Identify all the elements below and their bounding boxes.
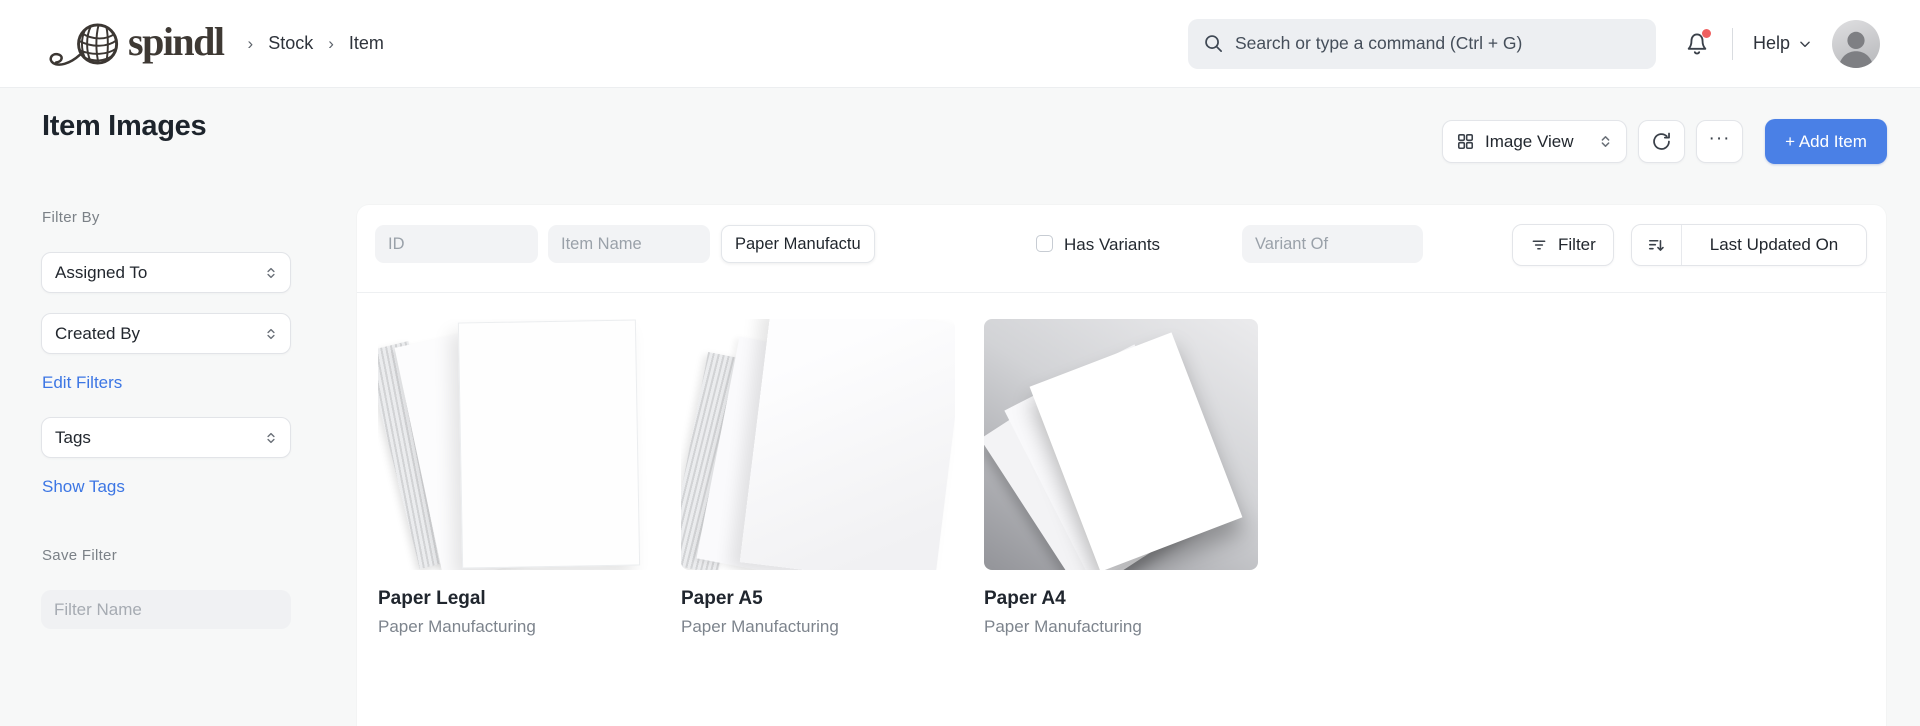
filter-button[interactable]: Filter: [1512, 224, 1614, 266]
variant-of-filter-input[interactable]: [1242, 225, 1423, 263]
item-name: Paper A4: [984, 588, 1066, 609]
filter-lines-icon: [1532, 240, 1546, 250]
item-group: Paper Manufacturing: [984, 617, 1142, 636]
breadcrumb: › Stock › Item: [248, 33, 384, 54]
paper-sheet: [739, 319, 955, 570]
item-group-filter-input[interactable]: [721, 225, 875, 263]
view-switcher-label: Image View: [1485, 131, 1574, 151]
refresh-button[interactable]: [1638, 120, 1685, 163]
sort-descending-icon: [1648, 239, 1664, 251]
search-icon: [1203, 33, 1224, 54]
brand-name: spindl: [128, 18, 225, 64]
sort-field-label: Last Updated On: [1709, 235, 1839, 254]
view-switcher-button[interactable]: Image View: [1442, 120, 1627, 163]
tags-select[interactable]: Tags: [41, 417, 291, 458]
up-down-chevrons-icon: [1601, 136, 1610, 147]
item-card[interactable]: Paper Legal Paper Manufacturing: [378, 319, 652, 637]
item-name: Paper Legal: [378, 588, 486, 609]
filter-name-input[interactable]: [41, 590, 291, 629]
sort-control: Last Updated On: [1631, 224, 1867, 266]
breadcrumb-separator: ›: [247, 33, 254, 53]
paper-sheet: [457, 319, 641, 569]
up-down-chevrons-icon: [267, 432, 275, 443]
assigned-to-select[interactable]: Assigned To: [41, 252, 291, 293]
item-image: [681, 319, 955, 570]
filter-by-label: Filter By: [42, 209, 100, 226]
more-menu-button[interactable]: ···: [1696, 120, 1743, 163]
global-search[interactable]: [1187, 18, 1656, 69]
filter-button-label: Filter: [1558, 235, 1596, 254]
breadcrumb-item[interactable]: Item: [349, 33, 384, 54]
page-actions: Image View ··· + Add Item: [1442, 119, 1887, 164]
created-by-label: Created By: [55, 323, 141, 343]
item-group: Paper Manufacturing: [681, 617, 839, 636]
user-avatar[interactable]: [1832, 19, 1880, 68]
sort-field-button[interactable]: Last Updated On: [1682, 225, 1866, 265]
breadcrumb-stock[interactable]: Stock: [268, 33, 313, 54]
save-filter-label: Save Filter: [42, 547, 117, 564]
up-down-chevrons-icon: [267, 328, 275, 339]
sort-direction-button[interactable]: [1632, 225, 1682, 265]
search-input[interactable]: [1234, 33, 1641, 54]
show-tags-link[interactable]: Show Tags: [42, 477, 125, 497]
help-menu[interactable]: Help: [1753, 33, 1812, 54]
up-down-chevrons-icon: [267, 267, 275, 278]
refresh-icon: [1653, 132, 1670, 150]
item-card[interactable]: Paper A4 Paper Manufacturing: [984, 319, 1258, 637]
item-grid: Paper Legal Paper Manufacturing Paper A5…: [378, 319, 1258, 637]
item-list-card: Has Variants Filter Last Updated On: [357, 205, 1886, 726]
item-group: Paper Manufacturing: [378, 617, 536, 636]
app-window: spindl › Stock › Item Search or type a c…: [0, 0, 1920, 726]
assigned-to-label: Assigned To: [55, 262, 148, 282]
help-label: Help: [1752, 33, 1790, 53]
has-variants-checkbox[interactable]: [1036, 235, 1053, 252]
brand-logo[interactable]: spindl: [40, 18, 225, 67]
navbar-right: Help: [1187, 18, 1880, 69]
notifications-button[interactable]: [1682, 28, 1712, 59]
chevron-down-icon: [1800, 41, 1810, 47]
item-image: [378, 319, 652, 570]
filter-row-divider: [357, 292, 1886, 293]
item-card[interactable]: Paper A5 Paper Manufacturing: [681, 319, 955, 637]
item-image: [984, 319, 1258, 570]
breadcrumb-separator: ›: [328, 33, 334, 53]
page-title: Item Images: [42, 110, 207, 142]
id-filter-input[interactable]: [375, 225, 538, 263]
item-name: Paper A5: [681, 588, 763, 609]
navbar: spindl › Stock › Item Search or type a c…: [0, 0, 1920, 88]
item-name-filter-input[interactable]: [548, 225, 710, 263]
edit-filters-link[interactable]: Edit Filters: [42, 373, 122, 393]
person-icon: [1838, 31, 1874, 68]
notification-dot: [1701, 28, 1711, 38]
has-variants-label: Has Variants: [1064, 235, 1161, 254]
tags-label: Tags: [55, 427, 91, 447]
navbar-divider: [1731, 27, 1733, 60]
add-item-button[interactable]: + Add Item: [1765, 119, 1887, 164]
grid-view-icon: [1457, 133, 1474, 150]
yarn-ball-icon: [40, 21, 122, 67]
created-by-select[interactable]: Created By: [41, 313, 291, 354]
ellipsis-icon: ···: [1708, 127, 1731, 149]
